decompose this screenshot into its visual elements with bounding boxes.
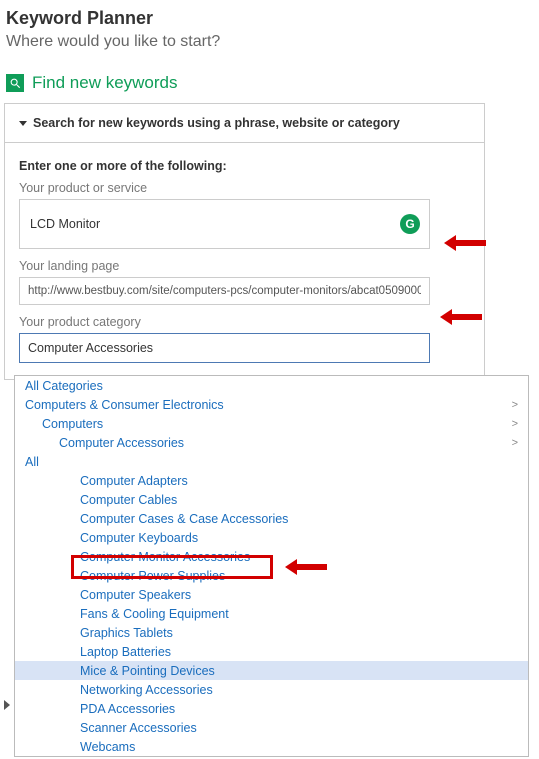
annotation-arrow-icon <box>440 310 490 324</box>
category-item-label: PDA Accessories <box>80 702 175 716</box>
category-item[interactable]: Webcams <box>15 737 528 756</box>
category-item-label: Networking Accessories <box>80 683 213 697</box>
category-dropdown: All Categories Computers & Consumer Elect… <box>14 375 529 757</box>
page-title: Keyword Planner <box>6 8 533 29</box>
category-item-label: Webcams <box>80 740 135 754</box>
category-item-label: Mice & Pointing Devices <box>80 664 215 678</box>
category-item-label: Graphics Tablets <box>80 626 173 640</box>
category-item-label: Computer Power Supplies <box>80 569 225 583</box>
grammarly-badge-icon[interactable]: G <box>400 214 420 234</box>
category-item[interactable]: Computer Cases & Case Accessories <box>15 509 528 528</box>
category-label: Your product category <box>19 315 470 329</box>
tree-row-label: All <box>25 455 39 469</box>
category-item-label: Computer Monitor Accessories <box>80 550 250 564</box>
category-item[interactable]: Computer Power Supplies <box>15 566 528 585</box>
landing-label: Your landing page <box>19 259 470 273</box>
annotation-arrow-icon <box>444 236 494 250</box>
category-item[interactable]: Mice & Pointing Devices <box>15 661 528 680</box>
chevron-down-icon <box>19 121 27 126</box>
category-tree-row[interactable]: Computers & Consumer Electronics > <box>15 395 528 414</box>
main-panel: Search for new keywords using a phrase, … <box>4 103 485 380</box>
tree-row-label: All Categories <box>25 379 103 393</box>
category-item-label: Computer Keyboards <box>80 531 198 545</box>
enter-label: Enter one or more of the following: <box>19 159 470 173</box>
side-expand-icon[interactable] <box>4 700 10 710</box>
category-tree-row[interactable]: Computers > <box>15 414 528 433</box>
category-item[interactable]: Computer Keyboards <box>15 528 528 547</box>
chevron-right-icon: > <box>512 399 518 411</box>
expand-header[interactable]: Search for new keywords using a phrase, … <box>5 104 484 143</box>
category-item[interactable]: Computer Monitor Accessories <box>15 547 528 566</box>
chevron-right-icon: > <box>512 418 518 430</box>
category-item-label: Computer Cases & Case Accessories <box>80 512 288 526</box>
category-item[interactable]: PDA Accessories <box>15 699 528 718</box>
product-value: LCD Monitor <box>30 217 100 231</box>
product-category-input[interactable] <box>19 333 430 363</box>
category-item-label: Computer Cables <box>80 493 177 507</box>
annotation-arrow-icon <box>285 560 335 574</box>
category-item[interactable]: Laptop Batteries <box>15 642 528 661</box>
category-tree-row[interactable]: Computer Accessories > <box>15 433 528 452</box>
category-item-label: Computer Adapters <box>80 474 188 488</box>
search-icon <box>6 74 24 92</box>
category-item[interactable]: Graphics Tablets <box>15 623 528 642</box>
category-item[interactable]: Scanner Accessories <box>15 718 528 737</box>
category-item-label: Computer Speakers <box>80 588 191 602</box>
chevron-right-icon: > <box>512 437 518 449</box>
category-item[interactable]: Computer Speakers <box>15 585 528 604</box>
find-keywords-section: Find new keywords <box>0 59 539 103</box>
page-subtitle: Where would you like to start? <box>6 33 533 51</box>
category-item-label: Laptop Batteries <box>80 645 171 659</box>
category-item-label: Scanner Accessories <box>80 721 197 735</box>
product-label: Your product or service <box>19 181 470 195</box>
category-item[interactable]: Computer Adapters <box>15 471 528 490</box>
tree-row-label: Computer Accessories <box>59 436 184 450</box>
expand-header-label: Search for new keywords using a phrase, … <box>33 116 400 130</box>
category-tree-row[interactable]: All <box>15 452 528 471</box>
landing-page-input[interactable] <box>19 277 430 305</box>
category-item[interactable]: Fans & Cooling Equipment <box>15 604 528 623</box>
category-item-label: Fans & Cooling Equipment <box>80 607 229 621</box>
category-item[interactable]: Computer Cables <box>15 490 528 509</box>
category-item[interactable]: Networking Accessories <box>15 680 528 699</box>
product-service-input[interactable]: LCD Monitor <box>19 199 430 249</box>
tree-row-label: Computers <box>42 417 103 431</box>
section-title: Find new keywords <box>32 73 178 93</box>
category-tree-row[interactable]: All Categories <box>15 376 528 395</box>
tree-row-label: Computers & Consumer Electronics <box>25 398 224 412</box>
